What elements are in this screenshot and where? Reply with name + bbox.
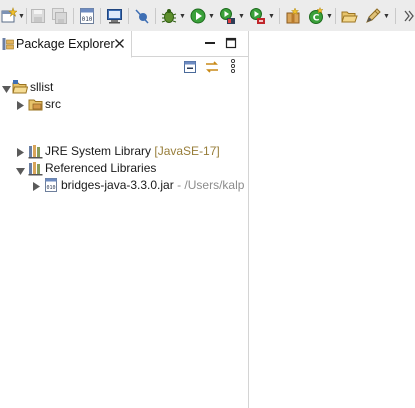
new-package-icon[interactable]	[285, 7, 301, 25]
toolbar-separator	[73, 8, 74, 24]
editor-area	[249, 31, 415, 408]
source-folder-icon	[28, 96, 44, 115]
jre-label: JRE System Library	[45, 144, 152, 158]
svg-text:C: C	[313, 14, 320, 24]
minimize-icon[interactable]	[204, 38, 216, 52]
search-icon[interactable]	[364, 7, 381, 25]
toolbar-separator	[100, 8, 101, 24]
breakpoint-icon[interactable]	[134, 7, 150, 25]
package-explorer-view: Package Explorer sllist src JRE System L…	[0, 31, 249, 408]
referenced-libraries-label: Referenced Libraries	[45, 161, 157, 175]
toolbar-separator	[155, 8, 156, 24]
overflow-icon[interactable]	[401, 7, 415, 25]
collapsed-arrow-icon[interactable]	[17, 146, 25, 160]
toolbar-separator	[128, 8, 129, 24]
new-class-dropdown-icon[interactable]: ▼	[326, 13, 333, 20]
tree-item-jar[interactable]: 010 bridges-java-3.3.0.jar - /Users/kalp	[0, 176, 248, 194]
external-tools-dropdown-icon[interactable]: ▼	[268, 13, 275, 20]
binary-icon[interactable]: 010	[79, 7, 95, 25]
jre-label-group: JRE System Library [JavaSE-17]	[45, 144, 220, 158]
collapsed-arrow-icon[interactable]	[17, 99, 25, 113]
coverage-dropdown-icon[interactable]: ▼	[238, 13, 245, 20]
jar-label-group: bridges-java-3.3.0.jar - /Users/kalp	[61, 178, 244, 192]
toolbar-separator	[26, 8, 27, 24]
jre-version-decoration: [JavaSE-17]	[154, 144, 220, 158]
link-with-editor-icon[interactable]	[204, 60, 220, 77]
tab-bar-divider	[131, 56, 248, 57]
debug-dropdown-icon[interactable]: ▼	[179, 13, 186, 20]
external-tools-icon[interactable]	[249, 7, 266, 25]
close-icon[interactable]	[114, 38, 125, 52]
project-label: sllist	[30, 80, 54, 94]
jar-path: - /Users/kalp	[173, 178, 245, 192]
toolbar-separator	[395, 8, 396, 24]
new-dropdown-icon[interactable]: ▼	[18, 13, 25, 20]
tree-item-project[interactable]: sllist	[0, 78, 248, 96]
save-icon[interactable]	[30, 7, 46, 25]
coverage-icon[interactable]	[219, 7, 236, 25]
main-toolbar: ▼ 010 ▼ ▼ ▼ ▼ C ▼ ▼	[0, 0, 415, 32]
collapsed-arrow-icon[interactable]	[33, 180, 41, 194]
src-label: src	[45, 97, 61, 111]
tree-item-src[interactable]: src	[0, 95, 248, 113]
console-icon[interactable]	[106, 7, 123, 25]
new-class-icon[interactable]: C	[308, 7, 324, 25]
run-dropdown-icon[interactable]: ▼	[208, 13, 215, 20]
maximize-icon[interactable]	[225, 37, 237, 52]
debug-icon[interactable]	[161, 7, 177, 25]
tree-item-referenced-libraries[interactable]: Referenced Libraries	[0, 159, 248, 177]
svg-text:010: 010	[82, 16, 93, 23]
tab-title: Package Explorer	[16, 37, 115, 51]
new-icon[interactable]	[1, 7, 17, 25]
toolbar-separator	[335, 8, 336, 24]
tree-item-jre-library[interactable]: JRE System Library [JavaSE-17]	[0, 142, 248, 160]
toolbar-separator	[279, 8, 280, 24]
run-icon[interactable]	[190, 7, 206, 25]
collapse-all-icon[interactable]	[183, 60, 197, 77]
package-explorer-icon	[2, 37, 14, 54]
search-dropdown-icon[interactable]: ▼	[383, 13, 390, 20]
save-all-icon[interactable]	[51, 7, 68, 25]
open-folder-icon[interactable]	[341, 7, 358, 25]
svg-text:010: 010	[46, 185, 55, 191]
jar-icon: 010	[44, 177, 58, 194]
tab-package-explorer[interactable]: Package Explorer	[0, 31, 132, 58]
view-menu-icon[interactable]	[230, 58, 236, 77]
view-tab-bar: Package Explorer	[0, 31, 248, 58]
jar-name: bridges-java-3.3.0.jar	[61, 178, 174, 192]
